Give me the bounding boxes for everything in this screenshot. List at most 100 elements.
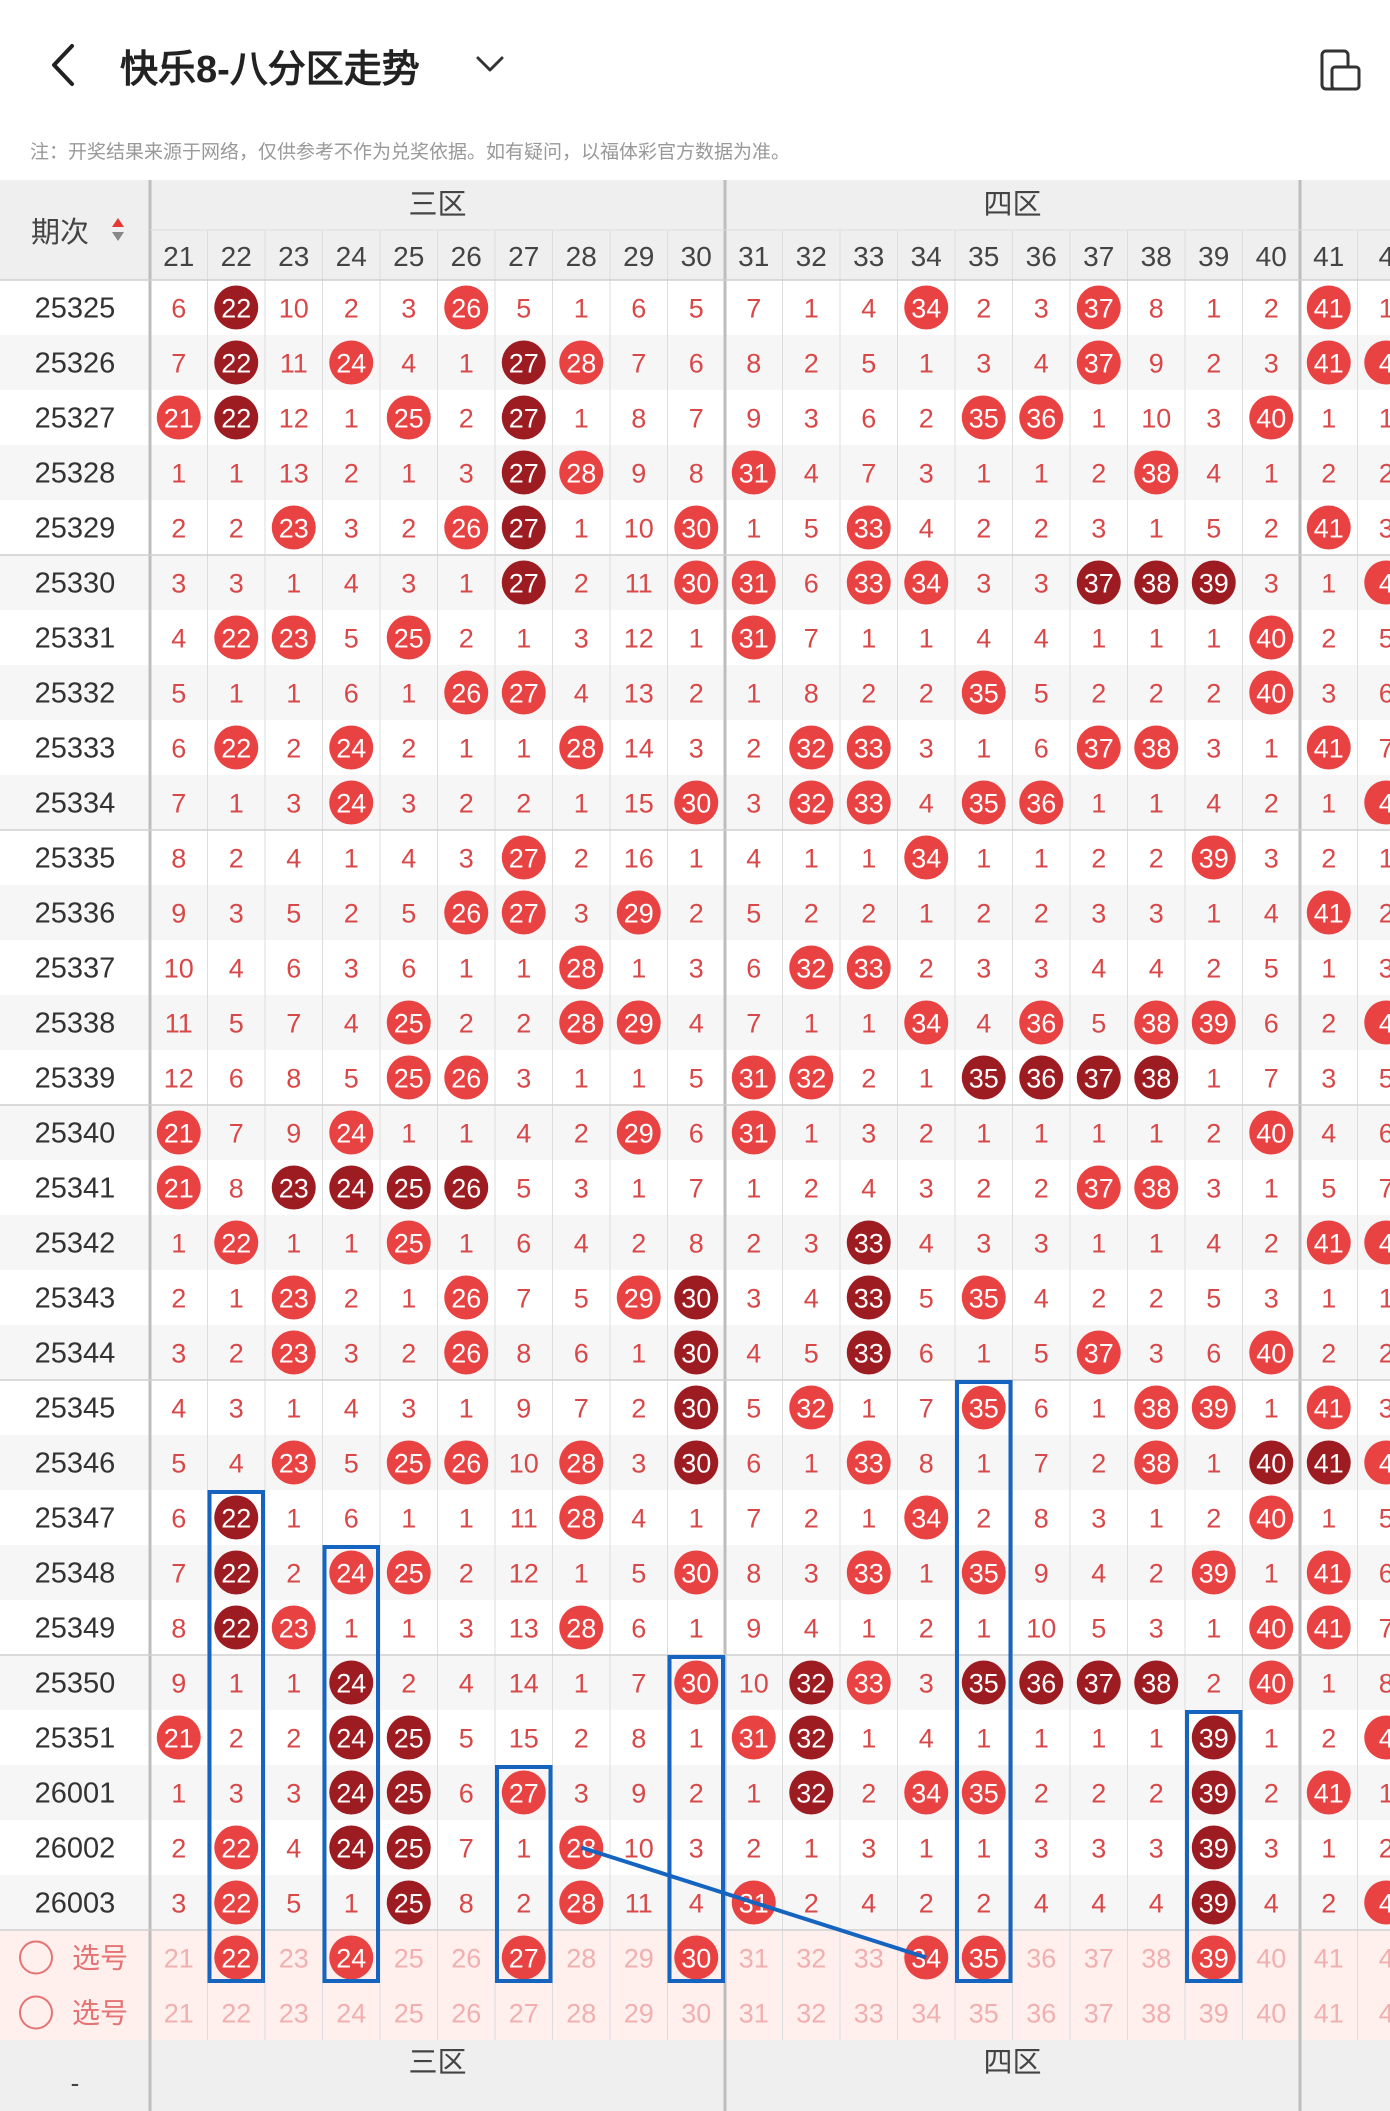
pick-number-option[interactable]: 29 xyxy=(624,1999,654,2029)
drawn-number-text: 41 xyxy=(1314,1614,1344,1644)
miss-count-cell: 1 xyxy=(976,844,991,874)
selected-number-text[interactable]: 34 xyxy=(911,1944,941,1974)
selected-number-text[interactable]: 39 xyxy=(1199,1944,1229,1974)
drawn-number-text: 40 xyxy=(1256,1339,1286,1369)
miss-count-cell: 1 xyxy=(919,349,934,379)
selected-number-text[interactable]: 24 xyxy=(336,1944,366,1974)
miss-count-cell: 2 xyxy=(1321,459,1336,489)
pick-number-option[interactable]: 31 xyxy=(739,1999,769,2029)
selected-number-text[interactable]: 30 xyxy=(681,1944,711,1974)
drawn-number-text: 22 xyxy=(221,349,251,379)
drawn-number-text: 25 xyxy=(394,404,424,434)
miss-count-cell: 7 xyxy=(1379,734,1390,764)
period-header[interactable]: 期次 xyxy=(31,216,89,249)
pick-number-option[interactable]: 36 xyxy=(1026,1944,1056,1974)
miss-count-cell: 1 xyxy=(1321,789,1336,819)
period-cell: 25326 xyxy=(35,348,116,380)
miss-count-cell: 4 xyxy=(516,1119,531,1149)
column-number-header: 28 xyxy=(566,241,597,272)
pick-number-option[interactable]: 36 xyxy=(1026,1999,1056,2029)
miss-count-cell: 3 xyxy=(1149,1614,1164,1644)
pick-number-option[interactable]: 40 xyxy=(1256,1944,1286,1974)
miss-count-cell: 2 xyxy=(976,1174,991,1204)
pick-number-option[interactable]: 27 xyxy=(509,1999,539,2029)
drawn-number-text: 4 xyxy=(1379,1449,1390,1479)
page-title[interactable]: 快乐8-八分区走势 xyxy=(120,38,420,93)
pick-number-option[interactable]: 34 xyxy=(911,1999,941,2029)
pick-number-option[interactable]: 31 xyxy=(739,1944,769,1974)
drawn-number-text: 32 xyxy=(796,1779,826,1809)
miss-count-cell: 2 xyxy=(804,1889,819,1919)
drawn-number-text: 28 xyxy=(566,954,596,984)
miss-count-cell: 11 xyxy=(165,1009,193,1039)
drawn-number-text: 31 xyxy=(739,1119,769,1149)
period-cell: 25330 xyxy=(35,568,116,600)
column-number-header: 41 xyxy=(1313,241,1344,272)
pick-number-option[interactable]: 23 xyxy=(279,1944,309,1974)
back-arrow-icon[interactable] xyxy=(40,40,90,90)
miss-count-cell: 2 xyxy=(631,1394,646,1424)
drawn-number-text: 26 xyxy=(451,1064,481,1094)
pick-row-label[interactable]: 选号 xyxy=(72,1943,128,1974)
pick-number-option[interactable]: 38 xyxy=(1141,1944,1171,1974)
period-cell: 25337 xyxy=(35,953,116,985)
miss-count-cell: 1 xyxy=(861,624,876,654)
miss-count-cell: 2 xyxy=(804,1174,819,1204)
pick-number-option[interactable]: 32 xyxy=(796,1999,826,2029)
pick-number-option[interactable]: 40 xyxy=(1256,1999,1286,2029)
pick-number-option[interactable]: 21 xyxy=(164,1944,194,1974)
drawn-number-text: 35 xyxy=(969,1284,999,1314)
pick-number-option[interactable]: 32 xyxy=(796,1944,826,1974)
pick-number-option[interactable]: 28 xyxy=(566,1999,596,2029)
pick-number-option[interactable]: 37 xyxy=(1084,1944,1114,1974)
pick-row-label[interactable]: 选号 xyxy=(72,1998,128,2029)
miss-count-cell: 1 xyxy=(1206,294,1221,324)
period-cell: 25348 xyxy=(35,1558,116,1590)
pick-number-option[interactable]: 26 xyxy=(451,1944,481,1974)
miss-count-cell: 3 xyxy=(1264,1284,1279,1314)
pick-number-option[interactable]: 30 xyxy=(681,1999,711,2029)
miss-count-cell: 2 xyxy=(1321,624,1336,654)
miss-count-cell: 1 xyxy=(401,679,416,709)
miss-count-cell: 3 xyxy=(746,789,761,819)
pick-number-option[interactable]: 22 xyxy=(221,1999,251,2029)
pick-number-option[interactable]: 4 xyxy=(1379,1999,1390,2029)
miss-count-cell: 1 xyxy=(574,404,589,434)
miss-count-cell: 7 xyxy=(861,459,876,489)
miss-count-cell: 4 xyxy=(861,1889,876,1919)
selected-number-text[interactable]: 35 xyxy=(969,1944,999,1974)
chevron-down-icon[interactable] xyxy=(470,50,510,80)
pick-number-option[interactable]: 21 xyxy=(164,1999,194,2029)
pick-number-option[interactable]: 41 xyxy=(1314,1944,1344,1974)
column-number-header: 4 xyxy=(1378,241,1390,272)
rotate-screen-icon[interactable] xyxy=(1315,45,1365,95)
miss-count-cell: 3 xyxy=(976,349,991,379)
period-cell: 25346 xyxy=(35,1448,116,1480)
trend-chart-table[interactable]: 三区 四区期次21 22 23 24 25 26 27 28 29 30 31 32 33 34 35 36 37… xyxy=(0,180,1390,2111)
pick-number-option[interactable]: 39 xyxy=(1199,1999,1229,2029)
pick-number-option[interactable]: 26 xyxy=(451,1999,481,2029)
pick-number-option[interactable]: 35 xyxy=(969,1999,999,2029)
miss-count-cell: 4 xyxy=(631,1504,646,1534)
pick-number-option[interactable]: 28 xyxy=(566,1944,596,1974)
pick-number-option[interactable]: 25 xyxy=(394,1999,424,2029)
drawn-number-text: 25 xyxy=(394,1229,424,1259)
miss-count-cell: 5 xyxy=(1091,1614,1106,1644)
miss-count-cell: 2 xyxy=(1149,1559,1164,1589)
pick-number-option[interactable]: 38 xyxy=(1141,1999,1171,2029)
pick-number-option[interactable]: 24 xyxy=(336,1999,366,2029)
pick-number-option[interactable]: 29 xyxy=(624,1944,654,1974)
period-cell: 26003 xyxy=(35,1888,116,1920)
selected-number-text[interactable]: 27 xyxy=(509,1944,539,1974)
pick-number-option[interactable]: 23 xyxy=(279,1999,309,2029)
pick-number-option[interactable]: 37 xyxy=(1084,1999,1114,2029)
miss-count-cell: 2 xyxy=(459,624,474,654)
pick-number-option[interactable]: 25 xyxy=(394,1944,424,1974)
miss-count-cell: 2 xyxy=(1321,1724,1336,1754)
pick-number-option[interactable]: 41 xyxy=(1314,1999,1344,2029)
pick-number-option[interactable]: 33 xyxy=(854,1999,884,2029)
pick-number-option[interactable]: 33 xyxy=(854,1944,884,1974)
miss-count-cell: 11 xyxy=(625,569,653,599)
pick-number-option[interactable]: 4 xyxy=(1379,1944,1390,1974)
selected-number-text[interactable]: 22 xyxy=(221,1944,251,1974)
